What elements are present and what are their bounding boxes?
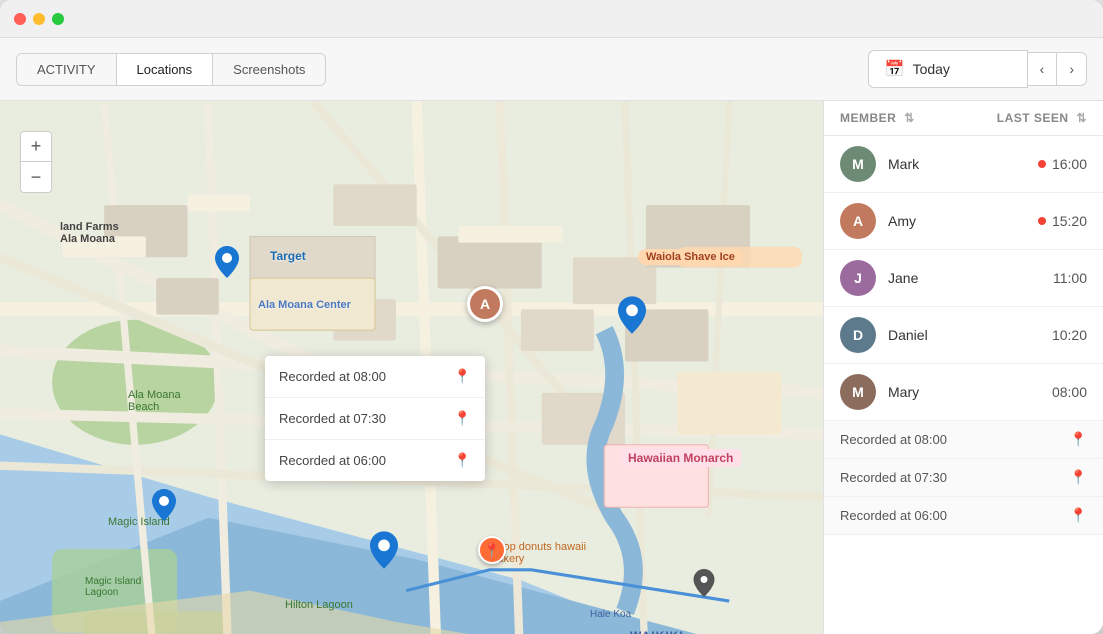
avatar-mark: M [840,146,876,182]
member-row-daniel[interactable]: D Daniel 10:20 [824,307,1103,364]
tab-activity[interactable]: ACTIVITY [17,54,117,85]
popup-label-2: Recorded at 07:30 [279,411,386,426]
location-sub-row-3[interactable]: Recorded at 06:00 📍 [824,497,1103,535]
avatar-jane: J [840,260,876,296]
zoom-out-button[interactable]: − [21,162,51,192]
sub-pin-3: 📍 [1070,507,1087,524]
popup-label-3: Recorded at 06:00 [279,453,386,468]
map-pin-2[interactable] [618,296,646,339]
map-pin-food[interactable]: 📍 [478,536,506,564]
sub-pin-2: 📍 [1070,469,1087,486]
sub-pin-1: 📍 [1070,431,1087,448]
sidebar: MEMBER ⇅ LAST SEEN ⇅ M Mark 16:00 A [823,101,1103,634]
popup-label-1: Recorded at 08:00 [279,369,386,384]
avatar-daniel: D [840,317,876,353]
maximize-button[interactable] [52,13,64,25]
close-button[interactable] [14,13,26,25]
next-date-button[interactable]: › [1057,52,1087,86]
sort-lastseen-icon[interactable]: ⇅ [1076,111,1087,125]
date-nav: 📅 Today ‹ › [868,50,1087,88]
sidebar-header: MEMBER ⇅ LAST SEEN ⇅ [824,101,1103,136]
sort-member-icon[interactable]: ⇅ [904,111,915,125]
location-sub-label-1: Recorded at 08:00 [840,432,947,447]
avatar-amy: A [840,203,876,239]
tab-group: ACTIVITY Locations Screenshots [16,53,326,86]
popup-pin-1: 📍 [454,368,471,385]
calendar-icon: 📅 [885,59,905,79]
prev-date-button[interactable]: ‹ [1028,52,1058,86]
tab-screenshots[interactable]: Screenshots [213,54,325,85]
zoom-in-button[interactable]: + [21,132,51,162]
map-pin-4[interactable] [370,531,398,574]
map-area[interactable]: land FarmsAla Moana Target Ala Moana Cen… [0,101,823,634]
title-bar [0,0,1103,38]
main-window: ACTIVITY Locations Screenshots 📅 Today ‹… [0,0,1103,634]
online-dot-mark [1038,160,1046,168]
toolbar: ACTIVITY Locations Screenshots 📅 Today ‹… [0,38,1103,101]
col-member-header: MEMBER ⇅ [840,111,997,125]
online-dot-amy [1038,217,1046,225]
map-pin-end[interactable] [693,569,715,602]
map-pin-1[interactable] [215,246,239,283]
member-row-mark[interactable]: M Mark 16:00 [824,136,1103,193]
map-pin-avatar[interactable]: A [467,286,503,322]
member-name-daniel: Daniel [888,327,1052,343]
member-time-jane: 11:00 [1053,270,1087,286]
popup-item-3[interactable]: Recorded at 06:00 📍 [265,440,485,481]
member-name-jane: Jane [888,270,1053,286]
member-name-amy: Amy [888,213,1038,229]
date-label: Today [913,61,950,77]
location-sub-label-2: Recorded at 07:30 [840,470,947,485]
location-sub-row-2[interactable]: Recorded at 07:30 📍 [824,459,1103,497]
location-sub-label-3: Recorded at 06:00 [840,508,947,523]
popup-item-1[interactable]: Recorded at 08:00 📍 [265,356,485,398]
member-row-mary[interactable]: M Mary 08:00 [824,364,1103,421]
col-lastseen-header: LAST SEEN ⇅ [997,111,1087,125]
date-display[interactable]: 📅 Today [868,50,1028,88]
tab-locations[interactable]: Locations [117,54,214,85]
popup-item-2[interactable]: Recorded at 07:30 📍 [265,398,485,440]
map-controls: + − [20,131,52,193]
member-time-mark: 16:00 [1038,156,1087,172]
popup-pin-3: 📍 [454,452,471,469]
member-time-mary: 08:00 [1052,384,1087,400]
member-name-mary: Mary [888,384,1052,400]
content-area: land FarmsAla Moana Target Ala Moana Cen… [0,101,1103,634]
member-row-jane[interactable]: J Jane 11:00 [824,250,1103,307]
map-pin-3[interactable] [152,489,176,526]
location-sub-row-1[interactable]: Recorded at 08:00 📍 [824,421,1103,459]
member-name-mark: Mark [888,156,1038,172]
member-time-daniel: 10:20 [1052,327,1087,343]
member-time-amy: 15:20 [1038,213,1087,229]
minimize-button[interactable] [33,13,45,25]
map-popup: Recorded at 08:00 📍 Recorded at 07:30 📍 … [265,356,485,481]
traffic-lights [14,13,64,25]
popup-pin-2: 📍 [454,410,471,427]
member-row-amy[interactable]: A Amy 15:20 [824,193,1103,250]
avatar-mary: M [840,374,876,410]
